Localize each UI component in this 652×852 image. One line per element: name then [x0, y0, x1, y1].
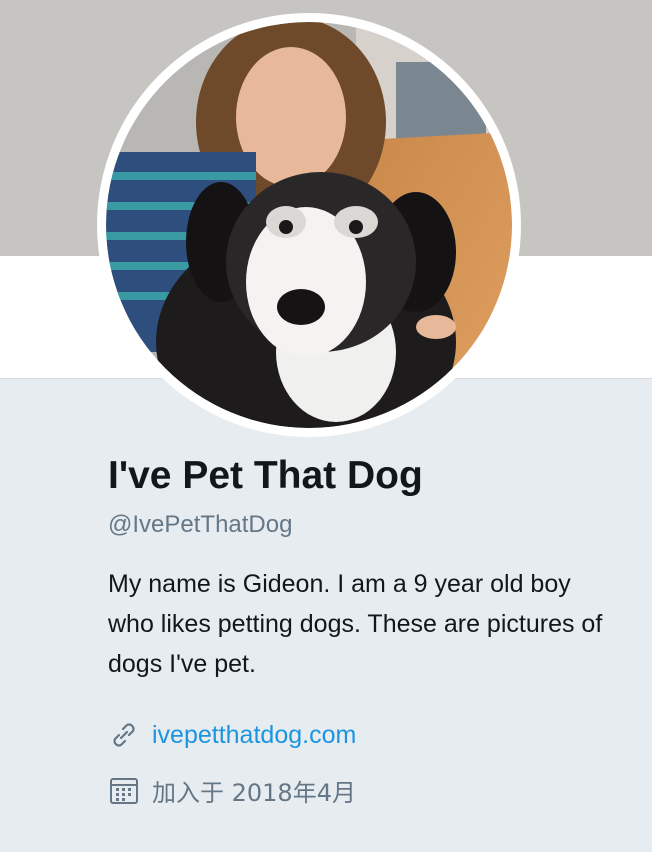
profile-avatar[interactable]	[97, 13, 521, 437]
avatar-photo	[106, 22, 512, 428]
joined-row: 加入于 2018年4月	[108, 771, 356, 809]
profile-bio: My name is Gideon. I am a 9 year old boy…	[108, 570, 603, 678]
website-link[interactable]: ivepetthatdog.com	[152, 721, 356, 750]
joined-date: 加入于 2018年4月	[152, 778, 356, 807]
display-name: I've Pet That Dog	[108, 454, 423, 497]
link-icon	[108, 719, 140, 751]
profile-handle: @IvePetThatDog	[108, 511, 293, 538]
profile-card: I've Pet That Dog @IvePetThatDog My name…	[108, 450, 628, 684]
calendar-icon	[108, 774, 140, 806]
website-row: ivepetthatdog.com	[108, 716, 356, 754]
